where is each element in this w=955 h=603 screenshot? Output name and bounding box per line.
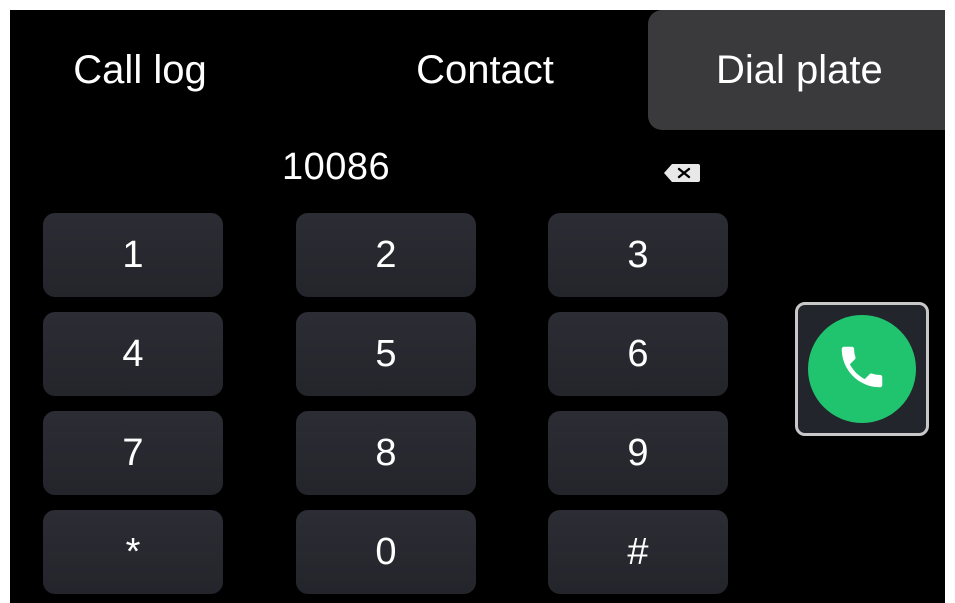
key-label: 8 (375, 431, 397, 474)
dialer-screen: Call log Contact Dial plate 10086 1 2 3 … (10, 10, 945, 603)
tab-call-log[interactable]: Call log (40, 10, 240, 130)
key-6[interactable]: 6 (548, 312, 728, 396)
key-label: 7 (122, 431, 144, 474)
key-1[interactable]: 1 (43, 213, 223, 297)
key-7[interactable]: 7 (43, 411, 223, 495)
key-2[interactable]: 2 (296, 213, 476, 297)
key-0[interactable]: 0 (296, 510, 476, 594)
key-label: 4 (122, 332, 144, 375)
key-9[interactable]: 9 (548, 411, 728, 495)
tab-dial-plate[interactable]: Dial plate (648, 10, 945, 130)
key-label: 1 (122, 233, 144, 276)
key-label: 0 (375, 530, 397, 573)
key-label: 3 (627, 233, 649, 276)
tab-contact[interactable]: Contact (380, 10, 590, 130)
key-label: # (627, 530, 649, 573)
key-5[interactable]: 5 (296, 312, 476, 396)
phone-icon (835, 340, 889, 399)
key-star[interactable]: * (43, 510, 223, 594)
key-label: 5 (375, 332, 397, 375)
key-4[interactable]: 4 (43, 312, 223, 396)
tab-contact-label: Contact (416, 47, 554, 92)
dialed-number: 10086 (282, 146, 391, 188)
key-label: 9 (627, 431, 649, 474)
key-3[interactable]: 3 (548, 213, 728, 297)
key-label: 6 (627, 332, 649, 375)
key-8[interactable]: 8 (296, 411, 476, 495)
backspace-icon[interactable] (664, 164, 700, 182)
call-circle (808, 315, 916, 423)
key-hash[interactable]: # (548, 510, 728, 594)
key-label: * (125, 530, 141, 573)
key-label: 2 (375, 233, 397, 276)
tab-call-log-label: Call log (73, 47, 207, 92)
call-button[interactable] (795, 302, 929, 436)
tab-dial-plate-label: Dial plate (716, 47, 883, 92)
